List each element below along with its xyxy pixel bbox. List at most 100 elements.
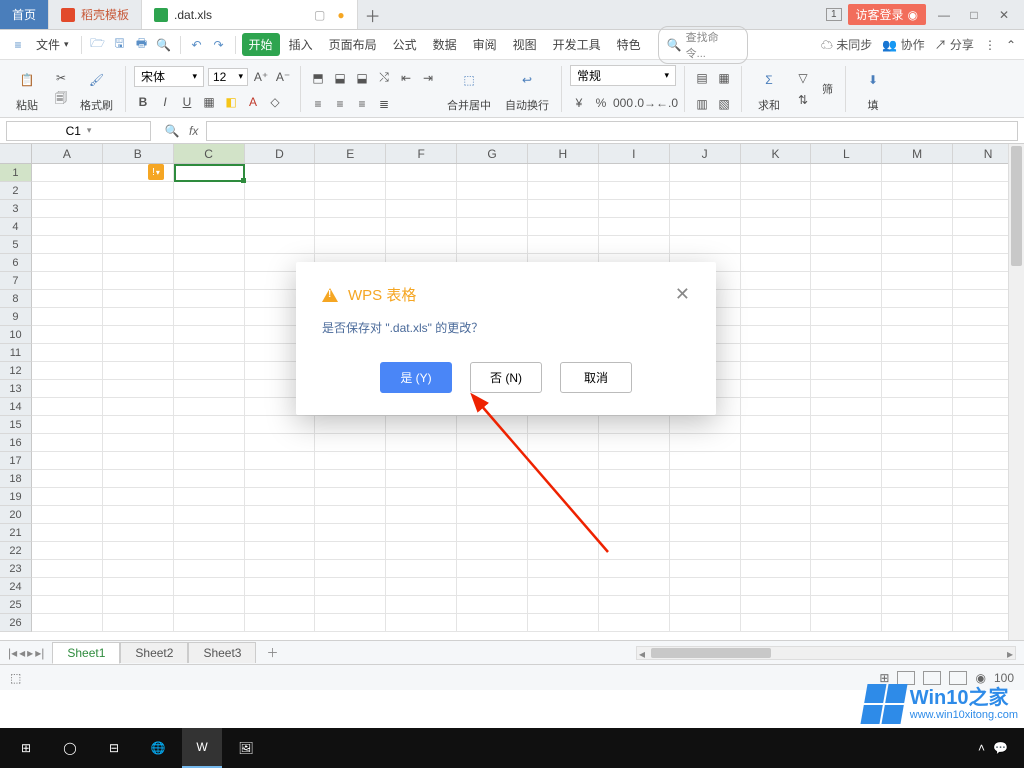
cell[interactable] — [174, 218, 245, 236]
col-header-D[interactable]: D — [245, 144, 316, 163]
cell-warning-badge[interactable]: !▾ — [148, 164, 164, 180]
currency-icon[interactable]: ¥ — [570, 94, 588, 112]
cell[interactable] — [741, 380, 812, 398]
cell[interactable] — [245, 614, 316, 632]
cell[interactable] — [103, 380, 174, 398]
cell[interactable] — [528, 470, 599, 488]
cell[interactable] — [599, 470, 670, 488]
cell[interactable] — [741, 326, 812, 344]
cell[interactable] — [315, 596, 386, 614]
cell[interactable] — [741, 182, 812, 200]
cell[interactable] — [882, 326, 953, 344]
sum-group[interactable]: Σ 求和 — [750, 65, 788, 113]
preview-icon[interactable]: 🔍 — [154, 35, 174, 55]
cell[interactable] — [457, 236, 528, 254]
action-center-icon[interactable]: 💬 — [993, 741, 1008, 755]
font-size-select[interactable]: 12▾ — [208, 68, 248, 86]
filter-group[interactable]: 筛 — [818, 81, 837, 97]
cell[interactable] — [670, 542, 741, 560]
cell[interactable] — [811, 290, 882, 308]
cell[interactable] — [315, 560, 386, 578]
decrease-font-icon[interactable]: A⁻ — [274, 68, 292, 86]
dialog-cancel-button[interactable]: 取消 — [560, 362, 632, 393]
cell[interactable] — [457, 524, 528, 542]
paste-group[interactable]: 📋 粘贴 — [8, 65, 46, 113]
justify-icon[interactable]: ≣ — [375, 95, 393, 113]
cell[interactable] — [670, 506, 741, 524]
view-toggle-icon[interactable]: ⊞ — [879, 671, 889, 685]
row-header-6[interactable]: 6 — [0, 254, 32, 272]
cell[interactable] — [882, 344, 953, 362]
cell[interactable] — [386, 596, 457, 614]
vertical-scrollbar[interactable] — [1008, 144, 1024, 640]
cell[interactable] — [528, 434, 599, 452]
cell[interactable] — [174, 542, 245, 560]
cell[interactable] — [528, 578, 599, 596]
cell[interactable] — [457, 416, 528, 434]
cell[interactable] — [670, 596, 741, 614]
ribbon-tab-layout[interactable]: 页面布局 — [322, 33, 384, 56]
cell[interactable] — [811, 218, 882, 236]
cell[interactable] — [670, 200, 741, 218]
cell[interactable] — [32, 506, 103, 524]
cell[interactable] — [528, 416, 599, 434]
cell[interactable] — [103, 614, 174, 632]
cell[interactable] — [245, 560, 316, 578]
cell[interactable] — [32, 488, 103, 506]
italic-icon[interactable]: I — [156, 93, 174, 111]
view-normal-icon[interactable] — [897, 671, 915, 685]
cell[interactable] — [32, 434, 103, 452]
row-header-21[interactable]: 21 — [0, 524, 32, 542]
cell[interactable] — [811, 398, 882, 416]
cell[interactable] — [32, 596, 103, 614]
cell[interactable] — [32, 362, 103, 380]
cell[interactable] — [670, 614, 741, 632]
clear-format-icon[interactable]: ◇ — [266, 93, 284, 111]
cell[interactable] — [811, 416, 882, 434]
font-color-icon[interactable]: A — [244, 93, 262, 111]
col-header-E[interactable]: E — [315, 144, 386, 163]
cell[interactable] — [599, 614, 670, 632]
cell[interactable] — [174, 416, 245, 434]
cell[interactable] — [245, 218, 316, 236]
cell[interactable] — [741, 254, 812, 272]
cell[interactable] — [457, 200, 528, 218]
formula-input[interactable] — [206, 121, 1018, 141]
cell[interactable] — [741, 470, 812, 488]
cell[interactable] — [528, 200, 599, 218]
cell[interactable] — [315, 524, 386, 542]
cell[interactable] — [882, 362, 953, 380]
cell[interactable] — [882, 218, 953, 236]
cell[interactable] — [811, 542, 882, 560]
align-center-icon[interactable]: ≡ — [331, 95, 349, 113]
cell[interactable] — [174, 560, 245, 578]
cell[interactable] — [811, 344, 882, 362]
merge-group[interactable]: ⬚ 合并居中 — [443, 65, 495, 113]
row-header-14[interactable]: 14 — [0, 398, 32, 416]
cortana-icon[interactable]: ◯ — [50, 728, 90, 768]
cell[interactable] — [882, 578, 953, 596]
cell[interactable] — [32, 326, 103, 344]
ribbon-tab-special[interactable]: 特色 — [610, 33, 648, 56]
col-header-G[interactable]: G — [457, 144, 528, 163]
cell[interactable] — [315, 434, 386, 452]
cell[interactable] — [174, 434, 245, 452]
col-header-M[interactable]: M — [882, 144, 953, 163]
row-header-24[interactable]: 24 — [0, 578, 32, 596]
row-header-3[interactable]: 3 — [0, 200, 32, 218]
format-icon[interactable]: ▧ — [715, 95, 733, 113]
align-top-icon[interactable]: ⬒ — [309, 69, 327, 87]
view-page-icon[interactable] — [923, 671, 941, 685]
orientation-icon[interactable]: ⤭ — [375, 69, 393, 87]
guest-login-button[interactable]: 访客登录 ◉ — [848, 4, 927, 25]
cell[interactable] — [741, 344, 812, 362]
comma-icon[interactable]: 000 — [614, 94, 632, 112]
cell[interactable] — [741, 416, 812, 434]
col-header-J[interactable]: J — [670, 144, 741, 163]
cell[interactable] — [32, 308, 103, 326]
cell[interactable] — [599, 200, 670, 218]
cell[interactable] — [32, 182, 103, 200]
cell[interactable] — [457, 470, 528, 488]
cell[interactable] — [882, 488, 953, 506]
cell[interactable] — [599, 182, 670, 200]
